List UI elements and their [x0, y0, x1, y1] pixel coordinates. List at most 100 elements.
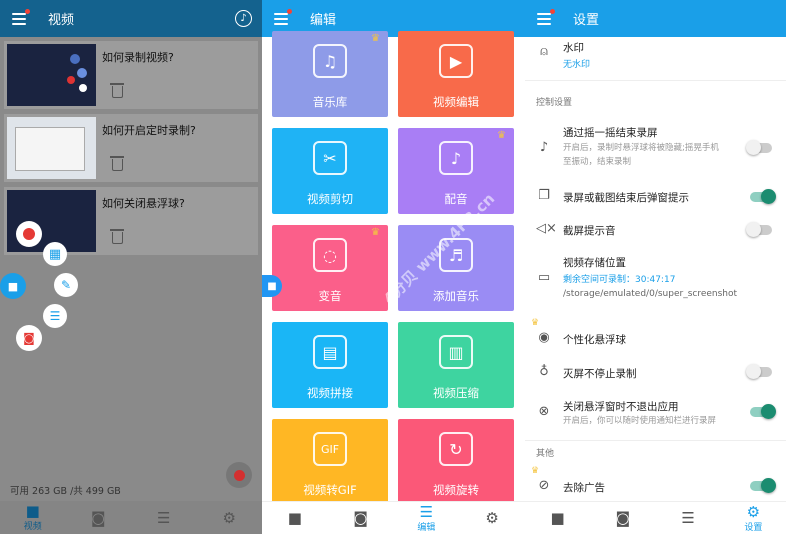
setting-title: 去除广告 — [563, 482, 605, 494]
tool-label: 视频压缩 — [433, 386, 479, 400]
tool-tile[interactable]: ◌ 变音 ♛ — [272, 225, 388, 311]
tool-label: 视频转GIF — [303, 483, 357, 497]
tool-tile[interactable]: ▤ 视频拼接 — [272, 322, 388, 408]
watermark-setting[interactable]: ⍝ 水印 无水印 — [525, 37, 786, 77]
brush-icon: ✎ — [60, 278, 72, 292]
divider — [525, 440, 786, 441]
music-icon[interactable]: ♪ — [235, 10, 252, 27]
video-join-icon: ▤ — [313, 335, 347, 369]
nav-screenshot[interactable]: ◙ — [78, 503, 118, 533]
camcorder-icon: ■ — [7, 279, 19, 293]
tutorial-thumbnail — [7, 44, 96, 106]
tool-tile[interactable]: ♫ 音乐库 ♛ — [272, 31, 388, 117]
nav-edit[interactable]: ☰ 编辑 — [406, 503, 446, 533]
screenshot-button[interactable]: ◙ — [16, 325, 42, 351]
camera-icon: ◙ — [615, 509, 631, 527]
sliders-icon: ☰ — [681, 509, 695, 527]
tool-tile[interactable]: ↻ 视频旋转 — [398, 419, 514, 505]
storage-setting[interactable]: ▭ 视频存储位置 剩余空间可录制：30:47:17 /storage/emula… — [525, 252, 786, 304]
nav-edit[interactable]: ☰ — [144, 503, 184, 533]
screen-off-setting[interactable]: ♁ 灭屏不停止录制 — [525, 360, 786, 384]
settings-tool-button[interactable]: ☰ — [43, 304, 67, 328]
folder-icon: ▭ — [537, 270, 551, 285]
nav-label: 视频 — [23, 522, 42, 532]
record-fab[interactable] — [226, 462, 252, 488]
music-note-icon: ♫ — [313, 44, 347, 78]
nav-label: 编辑 — [417, 522, 436, 533]
popup-toggle[interactable] — [750, 189, 776, 204]
crown-icon: ♛ — [371, 227, 380, 238]
tool-tile[interactable]: ▥ 视频压缩 — [398, 322, 514, 408]
tool-tile[interactable]: GIF 视频转GIF — [272, 419, 388, 505]
menu-icon[interactable] — [274, 8, 292, 26]
tutorial-card[interactable]: 如何关闭悬浮球? — [4, 187, 258, 255]
setting-desc: 至振动，结束录制 — [563, 157, 632, 167]
no-ads-icon: ⊘ — [538, 478, 550, 493]
gear-icon: ⚙ — [222, 508, 236, 527]
copy-icon: ❐ — [538, 188, 550, 203]
trash-icon[interactable] — [110, 229, 124, 244]
nav-label: 设置 — [744, 522, 763, 533]
nav-video[interactable]: ■ — [538, 503, 578, 533]
setting-desc: 开启后，录制时悬浮球将被隐藏;摇晃手机 — [563, 143, 719, 153]
sliders-icon: ☰ — [49, 309, 61, 323]
gif-icon: GIF — [313, 432, 347, 466]
sound-toggle[interactable] — [746, 222, 772, 237]
video-cut-icon: ✂ — [313, 141, 347, 175]
tutorial-card[interactable]: 如何录制视频? — [4, 41, 258, 109]
nav-video[interactable]: ■ 视频 — [13, 503, 53, 533]
crown-icon: ♛ — [371, 33, 380, 44]
trash-icon[interactable] — [110, 83, 124, 98]
video-rotate-icon: ↻ — [439, 432, 473, 466]
float-ball[interactable]: ■ — [0, 273, 26, 299]
shake-setting[interactable]: ♪ 通过摇一摇结束录屏 开启后，录制时悬浮球将被隐藏;摇晃手机 至振动，结束录制 — [525, 120, 786, 172]
remove-ads-toggle[interactable] — [750, 478, 776, 493]
menu-icon[interactable] — [12, 8, 30, 26]
nav-settings[interactable]: ⚙ — [472, 503, 512, 533]
page-title: 设置 — [573, 13, 600, 28]
sound-setting[interactable]: ◁× 截屏提示音 — [525, 216, 786, 242]
trash-icon[interactable] — [110, 156, 124, 171]
no-exit-setting[interactable]: ⊗ 关闭悬浮窗时不退出应用 开启后，你可以随时使用通知栏进行录屏 — [525, 395, 786, 431]
shake-toggle[interactable] — [746, 140, 772, 155]
record-dot-icon — [233, 469, 245, 481]
nav-screenshot[interactable]: ◙ — [603, 503, 643, 533]
brush-button[interactable]: ✎ — [54, 273, 78, 297]
record-button[interactable] — [16, 221, 42, 247]
nav-settings[interactable]: ⚙ 设置 — [733, 503, 773, 533]
storage-path: /storage/emulated/0/super_screenshot — [563, 289, 738, 299]
tutorial-card[interactable]: 如何开启定时录制? — [4, 114, 258, 182]
setting-title: 水印 — [563, 42, 584, 54]
menu-icon[interactable] — [537, 8, 555, 26]
camera-icon: ◙ — [353, 509, 368, 527]
video-header: 视频 ♪ — [0, 0, 262, 37]
tool-tile[interactable]: ✂ 视频剪切 — [272, 128, 388, 214]
tool-tile[interactable]: ▶ 视频编辑 — [398, 31, 514, 117]
float-ball-icon: ◉ — [538, 330, 550, 345]
gear-icon: ⚙ — [485, 509, 499, 527]
setting-title: 灭屏不停止录制 — [563, 368, 637, 380]
nav-settings[interactable]: ⚙ — [209, 503, 249, 533]
crown-icon: ♛ — [497, 130, 506, 141]
toolbox-button[interactable]: ▦ — [43, 242, 67, 266]
storage-info: 可用 263 GB /共 499 GB — [10, 486, 121, 497]
nav-screenshot[interactable]: ◙ — [341, 503, 381, 533]
nav-video[interactable]: ■ — [275, 503, 315, 533]
mute-icon: ◁× — [536, 221, 557, 236]
tool-label: 添加音乐 — [433, 289, 479, 303]
shake-icon: ♪ — [539, 140, 549, 155]
nav-edit[interactable]: ☰ — [668, 503, 708, 533]
record-dot-icon — [23, 228, 35, 240]
tutorial-thumbnail — [7, 117, 96, 179]
float-ball-setting[interactable]: ◉ 个性化悬浮球 — [525, 326, 786, 350]
screen-off-toggle[interactable] — [746, 364, 772, 379]
no-exit-toggle[interactable] — [750, 404, 776, 419]
camcorder-icon: ■ — [25, 502, 40, 520]
video-edit-icon: ▶ — [439, 44, 473, 78]
setting-title: 截屏提示音 — [563, 225, 616, 237]
camera-icon: ◙ — [90, 508, 106, 527]
popup-setting[interactable]: ❐ 录屏或截图结束后弹窗提示 — [525, 183, 786, 209]
stamp-icon: ⍝ — [540, 44, 548, 59]
bottom-nav: ■ ◙ ☰ ⚙ 设置 — [525, 501, 786, 534]
remove-ads-setting[interactable]: ⊘ 去除广告 — [525, 475, 786, 499]
